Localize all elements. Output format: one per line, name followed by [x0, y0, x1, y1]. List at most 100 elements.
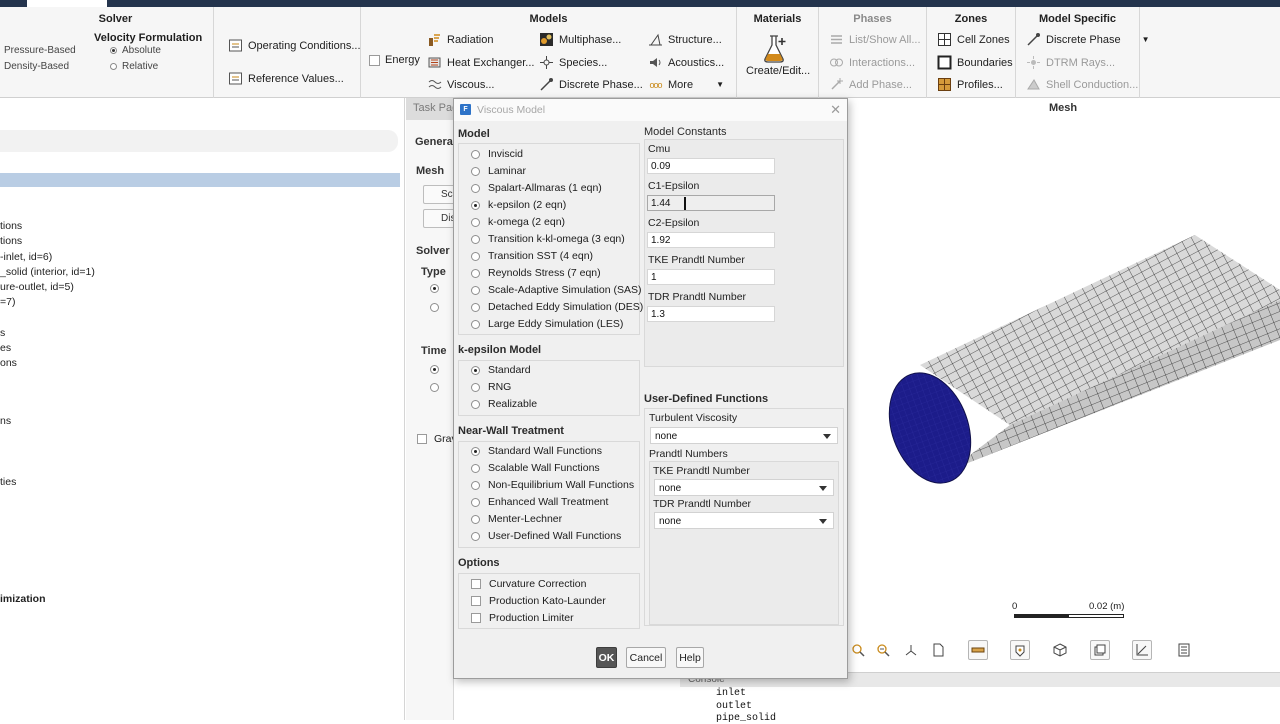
nwt-enhanced-wall-treatment-radio[interactable]: Enhanced Wall Treatment — [471, 496, 608, 508]
radio-icon — [471, 217, 480, 227]
c1-epsilon-input[interactable]: 1.44 — [647, 195, 775, 211]
tree-item[interactable]: -inlet, id=6) — [0, 251, 52, 263]
time-steady-radio[interactable] — [430, 365, 439, 377]
tree-item[interactable]: ties — [0, 476, 16, 488]
radiation-button[interactable]: Radiation — [427, 32, 493, 47]
dialog-title-bar[interactable]: F Viscous Model ✕ — [454, 99, 847, 121]
species-button[interactable]: Species... — [539, 55, 607, 70]
nwt-non-equilibrium-radio[interactable]: Non-Equilibrium Wall Functions — [471, 479, 634, 491]
acoustics-button[interactable]: Acoustics... — [648, 55, 724, 70]
type-pressure-based-radio[interactable] — [430, 284, 439, 296]
model-k-epsilon-radio[interactable]: k-epsilon (2 eqn) — [471, 199, 566, 211]
nwt-standard-wall-functions-radio[interactable]: Standard Wall Functions — [471, 445, 602, 457]
tree-item[interactable]: ons — [0, 357, 17, 369]
udf-tke-prandtl-select[interactable]: none — [654, 479, 834, 496]
model-inviscid-radio[interactable]: Inviscid — [471, 148, 523, 160]
tree-item[interactable]: _solid (interior, id=1) — [0, 266, 95, 278]
xy-plot-icon[interactable] — [1132, 640, 1152, 660]
cell-zones-button[interactable]: Cell Zones — [937, 32, 1010, 47]
zoom-out-icon[interactable] — [873, 640, 893, 660]
axes-icon[interactable] — [901, 640, 921, 660]
viscous-button[interactable]: Viscous... — [427, 77, 495, 92]
radio-icon — [471, 365, 480, 375]
energy-checkbox[interactable]: Energy — [369, 54, 420, 66]
model-transition-sst-radio[interactable]: Transition SST (4 eqn) — [471, 250, 593, 262]
heat-exchanger-button[interactable]: Heat Exchanger... — [427, 55, 534, 70]
tree-item[interactable]: ure-outlet, id=5) — [0, 281, 74, 293]
curvature-correction-checkbox[interactable]: Curvature Correction — [471, 578, 586, 590]
time-transient-radio[interactable] — [430, 383, 439, 395]
model-des-radio[interactable]: Detached Eddy Simulation (DES) — [471, 301, 643, 313]
reference-values-button[interactable]: Reference Values... — [228, 71, 344, 86]
model-transition-k-kl-omega-radio[interactable]: Transition k-kl-omega (3 eqn) — [471, 233, 625, 245]
model-spalart-allmaras-radio[interactable]: Spalart-Allmaras (1 eqn) — [471, 182, 602, 194]
page-icon[interactable] — [928, 640, 948, 660]
more-models-button[interactable]: ooo More ▼ — [648, 77, 724, 92]
cmu-input[interactable]: 0.09 — [647, 158, 775, 174]
tree-item[interactable]: es — [0, 342, 11, 354]
console-panel[interactable]: Console inlet outlet pipe_solid — [680, 672, 1280, 724]
interactions-button[interactable]: Interactions... — [829, 55, 915, 70]
structure-button[interactable]: Structure... — [648, 32, 722, 47]
list-show-all-button[interactable]: List/Show All... — [829, 32, 921, 47]
active-ribbon-tab[interactable] — [27, 0, 107, 7]
ruler-icon[interactable] — [968, 640, 988, 660]
report-icon[interactable] — [1174, 640, 1194, 660]
type-density-based-radio[interactable] — [430, 303, 439, 315]
production-kato-launder-checkbox[interactable]: Production Kato-Launder — [471, 595, 606, 607]
tree-item[interactable]: imization — [0, 593, 46, 605]
probe-icon[interactable] — [1010, 640, 1030, 660]
velocity-relative-radio[interactable]: Relative — [110, 61, 158, 72]
tree-item[interactable]: tions — [0, 235, 22, 247]
add-phase-button[interactable]: Add Phase... — [829, 77, 912, 92]
model-sas-radio[interactable]: Scale-Adaptive Simulation (SAS) — [471, 284, 642, 296]
udf-tdr-prandtl-select[interactable]: none — [654, 512, 834, 529]
zoom-in-icon[interactable] — [848, 640, 868, 660]
cell-zones-icon — [937, 32, 952, 47]
tdr-prandtl-input[interactable]: 1.3 — [647, 306, 775, 322]
options-section-label: Options — [458, 557, 500, 569]
model-laminar-radio[interactable]: Laminar — [471, 165, 526, 177]
ok-button[interactable]: OK — [596, 647, 617, 668]
create-edit-materials-button[interactable]: Create/Edit... — [746, 33, 810, 77]
production-limiter-checkbox[interactable]: Production Limiter — [471, 612, 574, 624]
chevron-down-icon — [819, 486, 827, 491]
help-button[interactable]: Help — [676, 647, 704, 668]
turbulent-viscosity-select[interactable]: none — [650, 427, 838, 444]
model-reynolds-stress-radio[interactable]: Reynolds Stress (7 eqn) — [471, 267, 601, 279]
model-les-radio[interactable]: Large Eddy Simulation (LES) — [471, 318, 623, 330]
layers-icon[interactable] — [1090, 640, 1110, 660]
title-bar-strip — [0, 0, 1280, 7]
tree-item[interactable]: tions — [0, 220, 22, 232]
nwt-scalable-wall-functions-radio[interactable]: Scalable Wall Functions — [471, 462, 600, 474]
tree-item[interactable]: =7) — [0, 296, 15, 308]
nwt-user-defined-radio[interactable]: User-Defined Wall Functions — [471, 530, 621, 542]
dtrm-rays-button[interactable]: DTRM Rays... — [1026, 55, 1115, 70]
radio-icon — [471, 446, 480, 456]
tke-prandtl-input[interactable]: 1 — [647, 269, 775, 285]
boundaries-button[interactable]: Boundaries — [937, 55, 1013, 70]
nwt-menter-lechner-radio[interactable]: Menter-Lechner — [471, 513, 562, 525]
cube-view-icon[interactable] — [1050, 640, 1070, 660]
k-epsilon-rng-radio[interactable]: RNG — [471, 381, 511, 393]
cancel-button[interactable]: Cancel — [626, 647, 666, 668]
tree-item[interactable]: ns — [0, 415, 11, 427]
tree-item[interactable]: s — [0, 327, 5, 339]
solver-density-based[interactable]: Density-Based — [4, 61, 69, 72]
close-icon[interactable]: ✕ — [830, 102, 841, 118]
k-epsilon-realizable-radio[interactable]: Realizable — [471, 398, 537, 410]
k-epsilon-standard-radio[interactable]: Standard — [471, 364, 531, 376]
tree-selected-row[interactable] — [0, 173, 400, 187]
shell-conduction-button[interactable]: Shell Conduction... — [1026, 77, 1138, 92]
c2-epsilon-input[interactable]: 1.92 — [647, 232, 775, 248]
velocity-absolute-radio[interactable]: Absolute — [110, 45, 161, 56]
graphics-window[interactable]: Mesh 0 0.02 (m) — [846, 98, 1280, 720]
discrete-phase-button[interactable]: Discrete Phase... — [539, 77, 643, 92]
operating-conditions-button[interactable]: Operating Conditions... — [228, 38, 361, 53]
profiles-button[interactable]: Profiles... — [937, 77, 1003, 92]
multiphase-button[interactable]: Multiphase... — [539, 32, 621, 47]
model-k-omega-radio[interactable]: k-omega (2 eqn) — [471, 216, 565, 228]
tree-filter-bar[interactable] — [0, 130, 398, 152]
discrete-phase-specific-button[interactable]: Discrete Phase ▼ — [1026, 32, 1150, 47]
solver-pressure-based[interactable]: Pressure-Based — [4, 45, 76, 56]
